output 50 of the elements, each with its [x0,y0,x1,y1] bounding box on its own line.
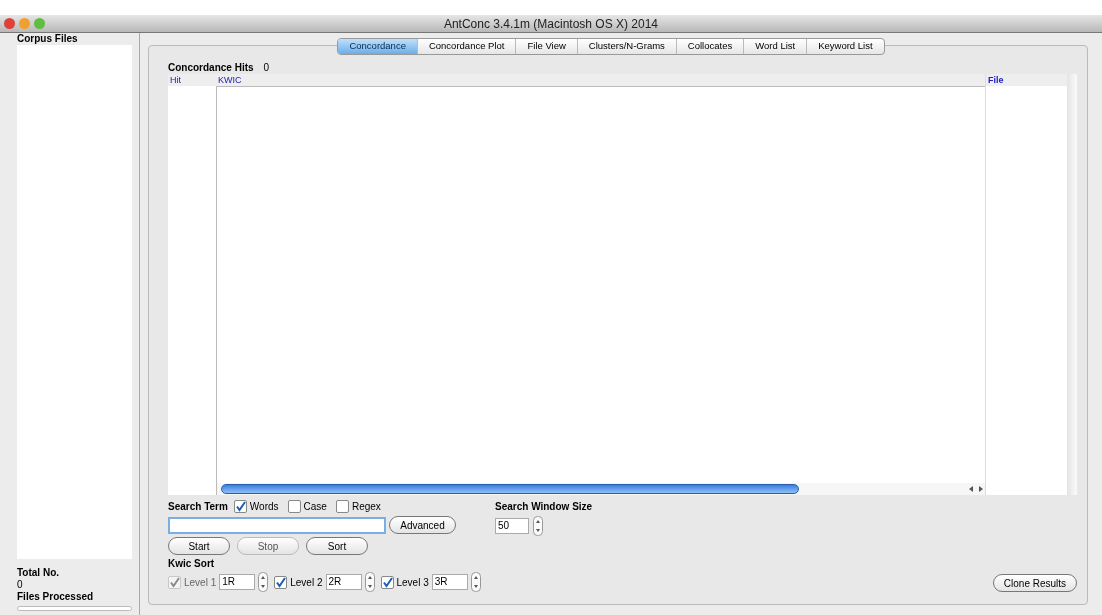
level-label: Level 3 [396,575,429,590]
window-title: AntConc 3.4.1m (Macintosh OS X) 2014 [443,15,659,33]
tab[interactable]: Word List [744,39,808,54]
stepper-icon[interactable] [470,572,481,592]
stepper-icon[interactable] [364,572,375,592]
checkmark-icon [234,500,246,512]
level-field[interactable]: 3R [431,574,468,590]
search-field[interactable] [168,516,386,534]
push-button[interactable]: Start [168,537,230,555]
kwic-sort-label: Kwic Sort [168,558,216,569]
window-size-label: Search Window Size [495,500,593,513]
total-value: 0 [17,579,24,591]
column-header[interactable]: File [986,74,1067,86]
tab[interactable]: File View [516,39,578,54]
stepper-icon[interactable] [258,572,269,592]
checkmark-icon [275,576,287,588]
checkbox[interactable] [380,575,394,589]
scrollbar-thumb[interactable] [221,484,799,494]
processed-label: Files Processed [17,591,95,603]
checkbox[interactable] [335,499,349,513]
checkbox-label: Regex [351,499,381,514]
tab[interactable]: Concordance Plot [417,39,517,54]
window-size-field[interactable]: 50 [495,518,529,534]
level-label: Level 1 [184,575,217,590]
column-header[interactable]: Hit [168,74,216,86]
close-icon[interactable] [4,18,15,29]
hits-label: Concordance Hits [168,60,254,75]
tab[interactable]: Clusters/N-Grams [577,39,677,54]
checkmark-icon [169,576,180,588]
push-button[interactable]: Advanced [389,516,456,534]
checkbox-label: Words [249,499,279,514]
column-header[interactable]: KWIC [216,74,985,86]
hits-value: 0 [263,60,270,75]
checkbox[interactable] [287,499,301,513]
checkbox[interactable] [233,499,247,513]
push-button[interactable]: Sort [306,537,368,555]
tab[interactable]: Keyword List [807,39,884,54]
level-field[interactable]: 2R [325,574,362,590]
sidebar-title: Corpus Files [17,33,79,45]
push-button[interactable]: Clone Results [993,574,1077,592]
search-term-label: Search Term [168,499,228,514]
total-label: Total No. [17,567,61,579]
level-label: Level 2 [290,575,323,590]
vertical-scrollbar[interactable] [1067,74,1077,495]
checkmark-icon [381,576,393,588]
tab[interactable]: Concordance [338,39,418,54]
tab[interactable]: Collocates [676,39,745,54]
checkbox-label: Case [303,499,327,514]
checkbox[interactable] [274,575,288,589]
stepper-icon[interactable] [533,516,543,536]
